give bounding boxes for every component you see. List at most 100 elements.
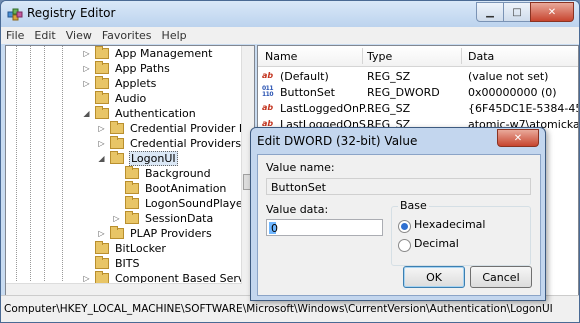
registry-app-icon — [7, 8, 23, 21]
expand-arrow-icon[interactable]: ▷ — [97, 229, 106, 238]
value-data-text: 0 — [271, 222, 278, 235]
folder-icon — [125, 181, 139, 194]
expand-arrow-icon[interactable]: ▷ — [82, 79, 91, 88]
tree-item-applets[interactable]: ▷ Applets — [82, 76, 157, 91]
tree-guide-line — [30, 46, 31, 281]
expand-arrow-icon[interactable]: ▷ — [97, 124, 106, 133]
close-icon: ✕ — [513, 132, 523, 144]
value-data: {6F45DC1E-5384-457A-8 — [468, 101, 578, 115]
folder-icon — [110, 226, 124, 239]
dialog-title: Edit DWORD (32-bit) Value — [257, 134, 418, 148]
hexadecimal-radio[interactable] — [398, 220, 411, 233]
menu-favorites[interactable]: Favorites — [97, 29, 157, 42]
expand-arrow-icon[interactable]: ▷ — [112, 214, 121, 223]
tree-item-bitlocker[interactable]: BitLocker — [82, 241, 167, 256]
base-groupbox: Base Hexadecimal Decimal — [391, 199, 531, 266]
tree-item-app-management[interactable]: ▷ App Management — [82, 46, 213, 61]
tree-item-app-paths[interactable]: ▷ App Paths — [82, 61, 171, 76]
registry-editor-window: Registry Editor ▁ □ ✕ File Edit View Fav… — [0, 0, 580, 323]
collapse-arrow-icon[interactable]: ◢ — [97, 154, 106, 163]
expand-arrow-icon[interactable]: ▷ — [82, 49, 91, 58]
minimize-icon: ▁ — [486, 6, 494, 18]
title-bar[interactable]: Registry Editor ▁ □ ✕ — [1, 1, 579, 27]
folder-icon — [110, 136, 124, 149]
menu-edit[interactable]: Edit — [29, 29, 60, 42]
tree-item-logonui[interactable]: ◢ LogonUI — [97, 151, 178, 166]
tree-item-label: Background — [145, 167, 211, 180]
expand-arrow-icon[interactable]: ▷ — [82, 274, 91, 283]
tree-item-audio[interactable]: Audio — [82, 91, 147, 106]
menu-help[interactable]: Help — [157, 29, 192, 42]
tree-item-label: BitLocker — [115, 242, 166, 255]
tree-item-credential-providers[interactable]: ▷ Credential Providers — [97, 136, 242, 151]
value-data-input[interactable]: 0 — [266, 219, 383, 236]
tree-item-authentication[interactable]: ◢ Authentication — [82, 106, 197, 121]
string-value-icon: ab — [262, 71, 274, 80]
column-header-name[interactable]: Name — [265, 50, 297, 63]
decimal-label[interactable]: Decimal — [414, 237, 459, 250]
maximize-button[interactable]: □ — [503, 2, 531, 22]
tree-item-label: Audio — [115, 92, 147, 105]
hexadecimal-label[interactable]: Hexadecimal — [414, 218, 485, 231]
cancel-button[interactable]: Cancel — [470, 266, 532, 288]
tree-item-label: LogonSoundPlayed — [145, 197, 250, 210]
ok-button[interactable]: OK — [403, 266, 465, 288]
folder-icon — [125, 166, 139, 179]
column-header-data[interactable]: Data — [468, 50, 494, 63]
tree-item-label: App Paths — [115, 62, 170, 75]
value-name-field: ButtonSet — [266, 178, 531, 195]
value-data: (value not set) — [468, 69, 549, 83]
menu-view[interactable]: View — [61, 29, 97, 42]
column-divider[interactable] — [362, 48, 363, 64]
value-name: ButtonSet — [280, 85, 335, 99]
tree-item-label: BootAnimation — [145, 182, 227, 195]
cancel-button-label: Cancel — [482, 270, 520, 284]
column-divider[interactable] — [461, 48, 462, 64]
tree-item-label: Credential Provider Filters — [130, 122, 254, 135]
tree-guide-line — [62, 46, 63, 281]
expand-arrow-icon[interactable]: ▷ — [82, 64, 91, 73]
folder-icon — [125, 196, 139, 209]
value-name: LastLoggedOnP... — [280, 101, 375, 115]
tree-item-logonsoundplayed[interactable]: LogonSoundPlayed — [112, 196, 251, 211]
column-header-type[interactable]: Type — [367, 50, 392, 63]
dialog-close-button[interactable]: ✕ — [497, 129, 539, 147]
menu-bar: File Edit View Favorites Help — [1, 27, 579, 44]
table-row[interactable]: ab LastLoggedOnP... REG_SZ {6F45DC1E-538… — [258, 100, 578, 116]
tree-item-plap-providers[interactable]: ▷ PLAP Providers — [97, 226, 213, 241]
decimal-radio[interactable] — [398, 239, 411, 252]
value-data: 0x00000000 (0) — [468, 85, 557, 99]
tree-item-sessiondata[interactable]: ▷ SessionData — [112, 211, 214, 226]
table-row[interactable]: 011 110 ButtonSet REG_DWORD 0x00000000 (0… — [258, 84, 578, 100]
value-type: REG_SZ — [367, 101, 411, 115]
dialog-body: Value name: ButtonSet Value data: 0 Base… — [257, 154, 541, 296]
tree-guide-line — [44, 46, 45, 281]
folder-open-icon — [95, 106, 109, 119]
registry-tree[interactable]: ▷ App Management ▷ App Paths ▷ Applets A… — [5, 45, 255, 296]
folder-icon — [95, 76, 109, 89]
string-value-icon: ab — [262, 103, 274, 112]
tree-item-bits[interactable]: BITS — [82, 256, 141, 271]
tree-horizontal-scrollbar[interactable] — [6, 283, 242, 295]
menu-file[interactable]: File — [1, 29, 29, 42]
tree-item-label: SessionData — [145, 212, 214, 225]
tree-item-label: LogonUI — [129, 151, 178, 166]
collapse-arrow-icon[interactable]: ◢ — [82, 109, 91, 118]
tree-item-label: App Management — [115, 47, 213, 60]
folder-icon — [95, 241, 109, 254]
table-row[interactable]: ab (Default) REG_SZ (value not set) — [258, 68, 578, 84]
value-type: REG_DWORD — [367, 85, 440, 99]
binary-value-icon: 011 110 — [262, 85, 274, 98]
minimize-button[interactable]: ▁ — [476, 2, 504, 22]
folder-icon — [95, 256, 109, 269]
tree-item-credential-provider-filters[interactable]: ▷ Credential Provider Filters — [97, 121, 254, 136]
value-name-label: Value name: — [266, 161, 335, 174]
tree-item-bootanimation[interactable]: BootAnimation — [112, 181, 227, 196]
tree-item-background[interactable]: Background — [112, 166, 212, 181]
close-button[interactable]: ✕ — [530, 2, 574, 22]
folder-icon — [95, 61, 109, 74]
list-header: Name Type Data — [258, 46, 578, 67]
expand-arrow-icon[interactable]: ▷ — [97, 139, 106, 148]
tree-item-label: PLAP Providers — [130, 227, 212, 240]
ok-button-label: OK — [426, 270, 442, 284]
